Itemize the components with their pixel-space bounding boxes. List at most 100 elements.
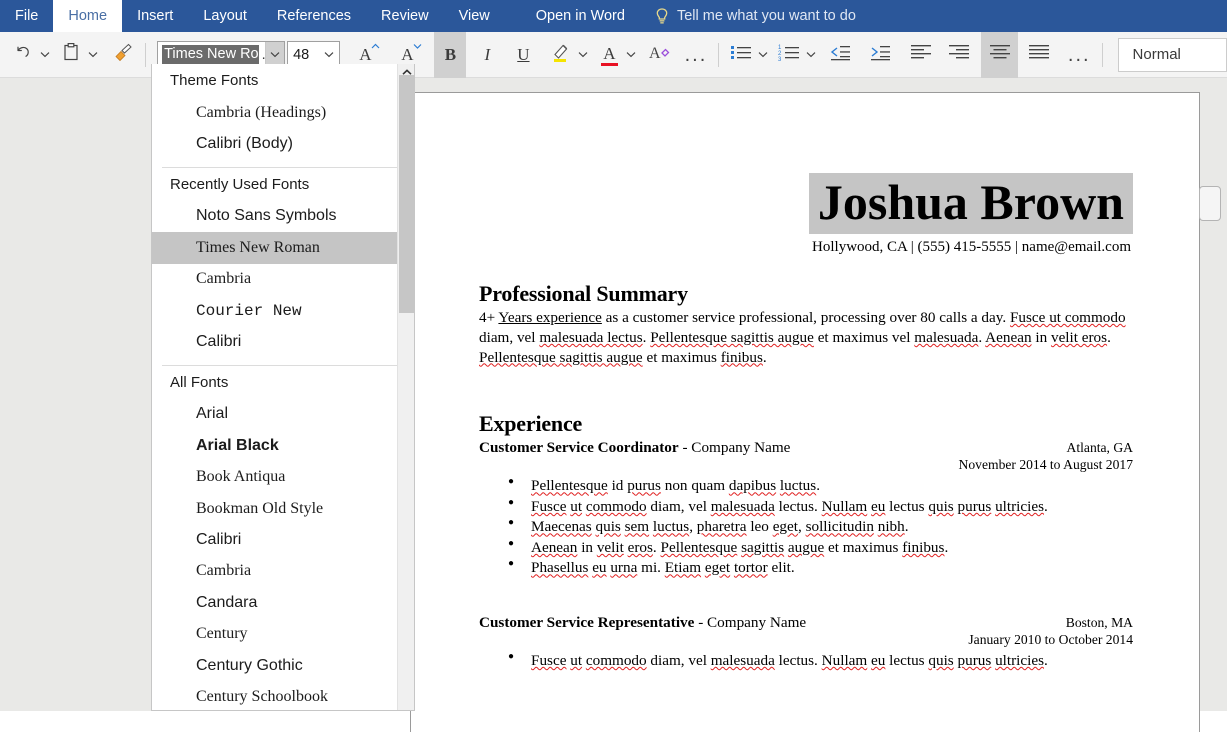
tell-me-search[interactable]: Tell me what you want to do xyxy=(640,0,856,32)
document-page[interactable]: Joshua Brown Hollywood, CA | (555) 415-5… xyxy=(410,92,1200,732)
font-dropdown-scrollbar[interactable] xyxy=(397,64,414,710)
font-option-courier-new[interactable]: Courier New xyxy=(152,295,414,326)
font-option-century-gothic[interactable]: Century Gothic xyxy=(152,650,414,681)
paste-dropdown-arrow[interactable] xyxy=(87,51,98,58)
align-center-button[interactable] xyxy=(980,31,1019,78)
format-painter-icon xyxy=(112,42,134,67)
svg-text:3: 3 xyxy=(778,57,782,61)
numbered-list-dropdown-arrow[interactable] xyxy=(806,51,817,58)
spellcheck-word: augue xyxy=(787,538,825,556)
spellcheck-word: eros xyxy=(627,538,653,556)
tab-insert[interactable]: Insert xyxy=(122,0,188,32)
bullet-list-dropdown-arrow[interactable] xyxy=(757,51,768,58)
spellcheck-word: purus xyxy=(957,497,992,515)
tab-home[interactable]: Home xyxy=(53,0,123,32)
tab-references[interactable]: References xyxy=(262,0,366,32)
job-dates: January 2010 to October 2014 xyxy=(968,631,1133,647)
spellcheck-word: luctus xyxy=(779,477,817,495)
spellcheck-word: eu xyxy=(871,651,886,669)
highlight-icon xyxy=(551,41,571,68)
font-option-cambria-headings[interactable]: Cambria (Headings) xyxy=(152,97,414,128)
increase-indent-button[interactable] xyxy=(865,32,895,78)
clear-formatting-button[interactable]: A xyxy=(644,32,674,78)
more-font-options-button[interactable]: ... xyxy=(681,32,712,78)
font-option-century-schoolbook[interactable]: Century Schoolbook xyxy=(152,681,414,710)
font-color-dropdown-arrow[interactable] xyxy=(625,51,636,58)
font-option-cambria[interactable]: Cambria xyxy=(152,264,414,295)
summary-text-run: et maximus xyxy=(642,348,721,366)
decrease-indent-button[interactable] xyxy=(825,32,855,78)
job-location: Boston, MA xyxy=(1065,614,1133,630)
spellcheck-word: sollicitudin xyxy=(805,518,874,536)
tab-view[interactable]: View xyxy=(444,0,505,32)
summary-text-run: velit eros xyxy=(1050,328,1108,346)
font-name-dropdown-list[interactable]: Theme Fonts Cambria (Headings) Calibri (Bo… xyxy=(151,64,415,711)
spellcheck-word: purus xyxy=(627,477,661,495)
more-font-ellipsis: ... xyxy=(684,43,708,66)
font-color-icon: A xyxy=(600,44,618,66)
font-option-calibri[interactable]: Calibri xyxy=(152,524,414,555)
ribbon-tab-bar: File Home Insert Layout References Revie… xyxy=(0,0,1227,32)
tab-open-in-word[interactable]: Open in Word xyxy=(521,0,640,32)
resume-name[interactable]: Joshua Brown xyxy=(808,173,1133,234)
font-option-arial-black[interactable]: Arial Black xyxy=(152,430,414,461)
font-option-arial[interactable]: Arial xyxy=(152,399,414,430)
spellcheck-word: eu xyxy=(592,559,607,577)
spellcheck-word: Nullam xyxy=(821,651,868,669)
summary-text-run: finibus xyxy=(720,348,763,366)
spellcheck-word: dapibus xyxy=(728,477,777,495)
bold-button[interactable]: B xyxy=(434,31,467,78)
font-color-button[interactable]: A xyxy=(594,32,624,78)
spellcheck-word: Pellentesque xyxy=(531,477,608,495)
page-side-handle[interactable] xyxy=(1199,186,1221,221)
font-option-calibri-body[interactable]: Calibri (Body) xyxy=(152,128,414,159)
spellcheck-word: ultricies xyxy=(995,497,1044,515)
clear-formatting-icon: A xyxy=(648,42,670,67)
align-left-button[interactable] xyxy=(905,32,937,78)
undo-dropdown-arrow[interactable] xyxy=(39,51,50,58)
paste-button[interactable] xyxy=(56,32,86,78)
bullet-list-button[interactable] xyxy=(726,32,756,78)
font-option-candara[interactable]: Candara xyxy=(152,587,414,618)
scrollbar-thumb[interactable] xyxy=(399,75,414,313)
highlight-dropdown-arrow[interactable] xyxy=(577,51,588,58)
spellcheck-word: quis xyxy=(928,497,954,515)
justify-button[interactable] xyxy=(1020,32,1057,78)
tab-layout[interactable]: Layout xyxy=(188,0,262,32)
spellcheck-word: sagittis xyxy=(741,538,785,556)
tab-review[interactable]: Review xyxy=(366,0,444,32)
font-option-bookman-old-style[interactable]: Bookman Old Style xyxy=(152,493,414,524)
font-option-century[interactable]: Century xyxy=(152,618,414,649)
lightbulb-icon xyxy=(654,7,670,25)
underline-button[interactable]: U xyxy=(508,32,538,78)
numbered-list-button[interactable]: 1 2 3 xyxy=(774,32,804,78)
font-option-cambria[interactable]: Cambria xyxy=(152,556,414,587)
spellcheck-word: luctus xyxy=(652,518,690,536)
job-dates: November 2014 to August 2017 xyxy=(958,457,1133,473)
style-gallery-normal[interactable]: Normal xyxy=(1117,37,1227,72)
summary-text-run: Pellentesque sagittis augue xyxy=(479,348,643,366)
undo-button[interactable] xyxy=(8,32,38,78)
more-paragraph-options-button[interactable]: ... xyxy=(1064,32,1095,78)
format-painter-button[interactable] xyxy=(108,32,138,78)
spellcheck-word: ut xyxy=(570,497,583,515)
job-location: Atlanta, GA xyxy=(1066,440,1133,456)
svg-text:A: A xyxy=(649,45,661,62)
font-option-book-antiqua[interactable]: Book Antiqua xyxy=(152,462,414,493)
font-option-times-new-roman[interactable]: Times New Roman xyxy=(152,232,414,264)
highlight-button[interactable] xyxy=(546,32,576,78)
more-paragraph-ellipsis: ... xyxy=(1067,43,1091,66)
font-option-calibri[interactable]: Calibri xyxy=(152,326,414,357)
align-right-button[interactable] xyxy=(943,32,975,78)
job-bullet-list: Fusce ut commodo diam, vel malesuada lec… xyxy=(479,650,1133,672)
summary-text-run: . xyxy=(1107,328,1111,346)
spellcheck-word: Aenean xyxy=(531,538,578,556)
spellcheck-word: commodo xyxy=(585,497,647,515)
section-heading-professional-summary: Professional Summary xyxy=(479,281,688,306)
italic-button[interactable]: I xyxy=(472,32,502,78)
font-option-noto-sans-symbols[interactable]: Noto Sans Symbols xyxy=(152,201,414,232)
tab-file[interactable]: File xyxy=(0,0,53,32)
bullet-item: Fusce ut commodo diam, vel malesuada lec… xyxy=(508,496,1133,518)
bullet-item: Phasellus eu urna mi. Etiam eget tortor … xyxy=(508,557,1133,579)
summary-text-run: Fusce ut commodo xyxy=(1009,309,1126,326)
